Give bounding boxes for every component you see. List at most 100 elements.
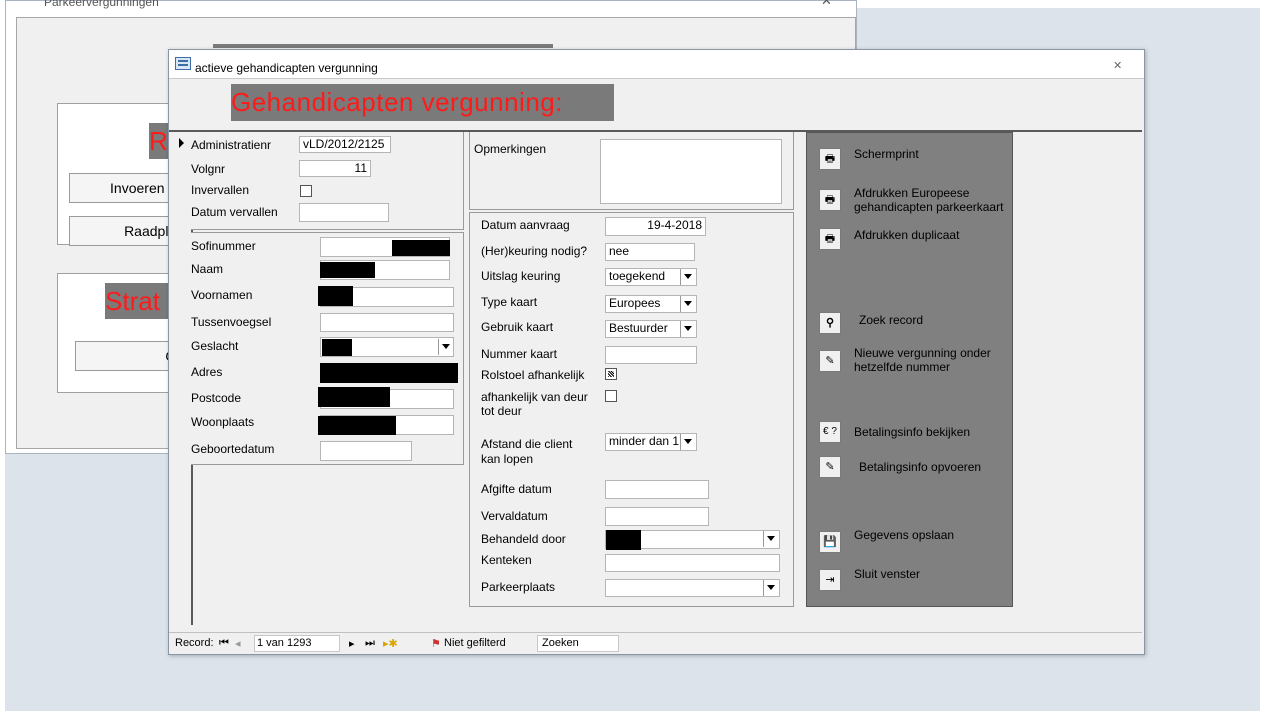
- betalingsinfo-bekijken-label: Betalingsinfo bekijken: [854, 425, 971, 439]
- geslacht-dropdown-icon[interactable]: [438, 339, 453, 355]
- betalingsinfo-opvoeren-label: Betalingsinfo opvoeren: [859, 460, 982, 474]
- close-icon[interactable]: ✕: [1113, 59, 1122, 72]
- nummer-kaart-field[interactable]: [605, 346, 697, 364]
- deur-tot-deur-checkbox[interactable]: [605, 390, 617, 402]
- rolstoel-label: Rolstoel afhankelijk: [481, 368, 585, 382]
- sluit-venster-label: Sluit venster: [854, 567, 921, 581]
- type-kaart-dropdown-icon[interactable]: [680, 296, 695, 312]
- filter-icon[interactable]: ⚑: [431, 637, 441, 650]
- opmerkingen-label: Opmerkingen: [474, 142, 547, 156]
- print-icon[interactable]: 🖶: [819, 148, 841, 170]
- new-record-icon[interactable]: ✎: [819, 350, 841, 372]
- afdrukken-label-line1: Afdrukken Europeese: [854, 186, 970, 200]
- filter-status[interactable]: Niet gefilterd: [444, 637, 506, 649]
- print-duplicaat-icon[interactable]: 🖶: [819, 228, 841, 250]
- record-navigation-bar: Record: ⏮ ◂ 1 van 1293 ▸ ⏭ ▸✱ ⚑ Niet gef…: [169, 632, 1142, 654]
- redacted-behandeld-door: [606, 530, 641, 550]
- binoculars-icon[interactable]: ⚲: [819, 312, 841, 334]
- geboortedatum-field[interactable]: [320, 441, 412, 461]
- gebruik-kaart-dropdown-icon[interactable]: [680, 321, 695, 337]
- behandeld-door-dropdown-icon[interactable]: [763, 531, 778, 547]
- woonplaats-label: Woonplaats: [191, 415, 255, 429]
- administratienr-label: Administratienr: [191, 138, 272, 152]
- nieuwe-label-line1: Nieuwe vergunning onder: [854, 346, 991, 360]
- redacted-adres[interactable]: [320, 363, 458, 383]
- parkeerplaats-dropdown-icon[interactable]: [763, 580, 778, 596]
- record-selector[interactable]: [169, 132, 193, 625]
- form-icon: [175, 57, 191, 70]
- afstand-label-line2: kan lopen: [481, 452, 534, 466]
- uitslag-keuring-label: Uitslag keuring: [481, 269, 561, 283]
- afstand-label-line1: Afstand die client: [481, 437, 573, 451]
- zoek-record-label: Zoek record: [859, 313, 924, 327]
- exit-door-icon[interactable]: ⇥: [819, 569, 841, 591]
- administratienr-field[interactable]: vLD/2012/2125: [299, 136, 391, 153]
- nummer-kaart-label: Nummer kaart: [481, 347, 558, 361]
- record-position-field[interactable]: 1 van 1293: [254, 635, 340, 652]
- form-header: Gehandicapten vergunning:: [169, 79, 1142, 132]
- schermprint-label: Schermprint: [854, 147, 919, 161]
- euro-info-icon[interactable]: € ?: [819, 421, 841, 443]
- afdrukken-label-line2: gehandicapten parkeerkaart: [854, 200, 1004, 214]
- next-record-icon[interactable]: ▸: [349, 637, 355, 650]
- header-title: Gehandicapten vergunning:: [231, 84, 614, 121]
- record-position: 1 van 1293: [257, 637, 312, 649]
- nieuwe-label-line2: hetzelfde nummer: [854, 360, 951, 374]
- sofinummer-label: Sofinummer: [191, 239, 256, 253]
- rolstoel-checkbox[interactable]: [605, 368, 617, 380]
- geslacht-label: Geslacht: [191, 339, 239, 353]
- volgnr-label: Volgnr: [191, 162, 226, 176]
- gebruik-kaart-label: Gebruik kaart: [481, 320, 554, 334]
- tussenvoegsel-field[interactable]: [320, 313, 454, 332]
- redacted-sofinummer: [392, 240, 450, 256]
- afstand-dropdown-icon[interactable]: [680, 434, 695, 450]
- duplicaat-label: Afdrukken duplicaat: [854, 228, 960, 242]
- postcode-label: Postcode: [191, 391, 242, 405]
- adres-label: Adres: [191, 365, 223, 379]
- background-divider: [213, 44, 553, 48]
- redacted-geslacht: [322, 339, 352, 356]
- uitslag-dropdown-icon[interactable]: [680, 269, 695, 285]
- opmerkingen-textarea[interactable]: [600, 139, 782, 204]
- first-record-icon[interactable]: ⏮: [219, 637, 229, 650]
- afgifte-datum-field[interactable]: [605, 480, 709, 499]
- datum-aanvraag-label: Datum aanvraag: [481, 218, 570, 232]
- search-placeholder: Zoeken: [542, 637, 579, 649]
- invervallen-label: Invervallen: [191, 183, 250, 197]
- vergunning-window: actieve gehandicapten vergunning ✕ Gehan…: [168, 49, 1145, 655]
- herkeuring-field[interactable]: nee: [605, 243, 695, 261]
- current-record-arrow-icon: [179, 138, 184, 148]
- behandeld-door-label: Behandeld door: [481, 532, 566, 546]
- parkeerplaats-label: Parkeerplaats: [481, 580, 556, 594]
- last-record-icon[interactable]: ⏭: [365, 637, 375, 650]
- record-label: Record:: [175, 637, 214, 649]
- deur-label-line1: afhankelijk van deur: [481, 390, 588, 404]
- kenteken-field[interactable]: [605, 554, 780, 572]
- parkeerplaats-select[interactable]: [605, 579, 780, 597]
- vervaldatum-field[interactable]: [605, 507, 709, 526]
- window-titlebar: actieve gehandicapten vergunning ✕: [169, 50, 1144, 79]
- save-icon[interactable]: 💾: [819, 531, 841, 553]
- background-form-title: Parkeervergunningen: [44, 0, 159, 9]
- print-europees-icon[interactable]: 🖶: [819, 189, 841, 211]
- voornamen-label: Voornamen: [191, 288, 253, 302]
- tussenvoegsel-label: Tussenvoegsel: [191, 315, 272, 329]
- afgifte-datum-label: Afgifte datum: [481, 482, 552, 496]
- type-kaart-label: Type kaart: [481, 295, 538, 309]
- gegevens-opslaan-label: Gegevens opslaan: [854, 528, 955, 542]
- window-title: actieve gehandicapten vergunning: [195, 61, 378, 75]
- herkeuring-label: (Her)keuring nodig?: [481, 244, 588, 258]
- edit-payment-icon[interactable]: ✎: [819, 456, 841, 478]
- background-close-icon[interactable]: ✕: [821, 0, 832, 9]
- new-record-nav-icon[interactable]: ▸✱: [383, 637, 398, 650]
- search-input[interactable]: Zoeken: [537, 635, 619, 652]
- invervallen-checkbox[interactable]: [300, 185, 312, 197]
- previous-record-icon[interactable]: ◂: [235, 637, 241, 650]
- vervaldatum-label: Vervaldatum: [481, 509, 548, 523]
- naam-label: Naam: [191, 262, 224, 276]
- datum-aanvraag-field[interactable]: 19-4-2018: [605, 217, 706, 236]
- kenteken-label: Kenteken: [481, 553, 532, 567]
- volgnr-field[interactable]: 11: [299, 160, 371, 177]
- datum-vervallen-field[interactable]: [299, 203, 389, 222]
- redacted-postcode: [318, 387, 390, 407]
